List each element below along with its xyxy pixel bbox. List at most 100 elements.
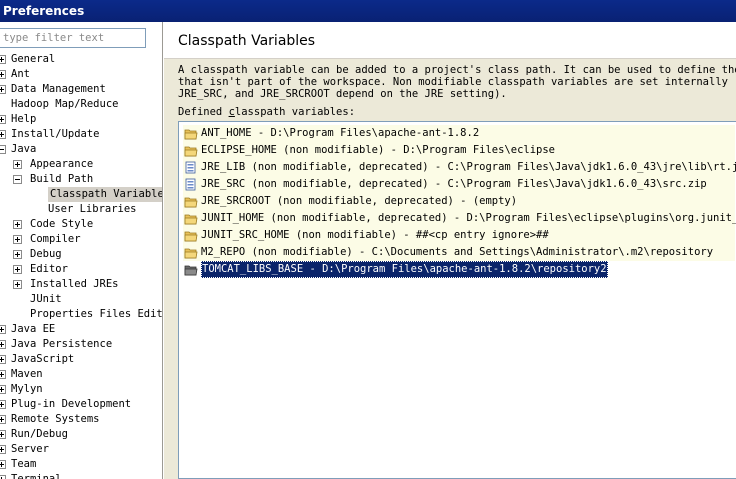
expand-icon[interactable] (0, 430, 6, 439)
expand-icon[interactable] (0, 445, 6, 454)
tree-item-label: Code Style (30, 218, 94, 230)
variable-text: JRE_SRCROOT (non modifiable, deprecated)… (201, 195, 518, 207)
tree-item[interactable]: Installed JREs (0, 277, 162, 292)
tree-item[interactable]: Data Management (0, 82, 162, 97)
variable-row[interactable]: ECLIPSE_HOME (non modifiable) - D:\Progr… (183, 142, 735, 159)
tree-item-label: Ant (11, 68, 30, 80)
tree-item-label: User Libraries (48, 203, 137, 215)
folder-icon (184, 229, 198, 242)
folder-icon (184, 195, 198, 208)
expand-icon[interactable] (13, 220, 22, 229)
description-line: that isn't part of the workspace. Non mo… (178, 76, 736, 88)
expand-icon[interactable] (13, 265, 22, 274)
tree-item[interactable]: Hadoop Map/Reduce (0, 97, 162, 112)
expand-icon[interactable] (0, 415, 6, 424)
variable-text: JRE_SRC (non modifiable, deprecated) - C… (201, 178, 707, 190)
label-part: Defined (178, 106, 229, 118)
expand-icon[interactable] (0, 70, 6, 79)
page-pane: Classpath Variables A classpath variable… (164, 22, 736, 479)
tree-item[interactable]: Editor (0, 262, 162, 277)
tree-item[interactable]: Plug-in Development (0, 397, 162, 412)
tree-item[interactable]: Run/Debug (0, 427, 162, 442)
expand-icon[interactable] (0, 370, 6, 379)
tree-item[interactable]: JUnit (0, 292, 162, 307)
expand-icon[interactable] (13, 250, 22, 259)
tree-item[interactable]: Java EE (0, 322, 162, 337)
tree-item-label: Plug-in Development (11, 398, 132, 410)
tree-item[interactable]: Team (0, 457, 162, 472)
expand-icon[interactable] (13, 160, 22, 169)
folder-icon (184, 263, 198, 276)
tree-item[interactable]: Java (0, 142, 162, 157)
expand-icon[interactable] (0, 355, 6, 364)
expand-icon[interactable] (0, 385, 6, 394)
tree-item-label: Install/Update (11, 128, 100, 140)
expand-icon[interactable] (0, 115, 6, 124)
tree-item-label: Java (11, 143, 37, 155)
expand-icon[interactable] (0, 130, 6, 139)
tree-item[interactable]: Terminal (0, 472, 162, 479)
expand-icon[interactable] (0, 400, 6, 409)
expand-icon[interactable] (0, 55, 6, 64)
preferences-tree: General Ant Data Management Hadoop Map/Redu… (0, 52, 163, 479)
expand-icon[interactable] (0, 325, 6, 334)
tree-item-label: Classpath Variables (48, 187, 162, 202)
tree-item[interactable]: Mylyn (0, 382, 162, 397)
variable-row[interactable]: JUNIT_SRC_HOME (non modifiable) - ##<cp … (183, 227, 735, 244)
tree-item-label: Help (11, 113, 37, 125)
expand-icon[interactable] (0, 475, 6, 479)
tree-item[interactable]: Properties Files Editor (0, 307, 163, 322)
expand-icon[interactable] (0, 340, 6, 349)
tree-item[interactable]: Remote Systems (0, 412, 162, 427)
expand-icon[interactable] (13, 235, 22, 244)
variable-row[interactable]: JRE_SRC (non modifiable, deprecated) - C… (183, 176, 735, 193)
tree-item-label: Terminal (11, 473, 62, 479)
tree-item[interactable]: Java Persistence (0, 337, 162, 352)
tree-item[interactable]: Maven (0, 367, 162, 382)
tree-item-label: General (11, 53, 56, 65)
tree-item[interactable]: Appearance (0, 157, 162, 172)
variable-text: ECLIPSE_HOME (non modifiable) - D:\Progr… (201, 144, 556, 156)
page-header: Classpath Variables (164, 22, 736, 59)
variable-row[interactable]: JUNIT_HOME (non modifiable, deprecated) … (183, 210, 736, 227)
tree-item-label: JavaScript (11, 353, 75, 365)
variable-row[interactable]: JRE_SRCROOT (non modifiable, deprecated)… (183, 193, 735, 210)
collapse-icon[interactable] (13, 175, 22, 184)
variable-row[interactable]: M2_REPO (non modifiable) - C:\Documents … (183, 244, 735, 261)
tree-item[interactable]: General (0, 52, 162, 67)
tree-item[interactable]: Compiler (0, 232, 162, 247)
collapse-icon[interactable] (0, 145, 6, 154)
expand-icon[interactable] (13, 280, 22, 289)
expand-icon[interactable] (0, 85, 6, 94)
classpath-variables-list[interactable]: ANT_HOME - D:\Program Files\apache-ant-1… (178, 121, 736, 479)
description-line: A classpath variable can be added to a p… (178, 64, 736, 76)
variable-row[interactable]: ANT_HOME - D:\Program Files\apache-ant-1… (183, 125, 735, 142)
tree-item[interactable]: User Libraries (0, 202, 162, 217)
tree-item-label: Properties Files Editor (30, 308, 163, 320)
tree-item[interactable]: JavaScript (0, 352, 162, 367)
expand-icon[interactable] (0, 460, 6, 469)
tree-item[interactable]: Server (0, 442, 162, 457)
tree-item-label: Java Persistence (11, 338, 113, 350)
filter-input[interactable]: type filter text (0, 28, 146, 48)
variable-text: TOMCAT_LIBS_BASE - D:\Program Files\apac… (201, 261, 608, 278)
description-line: JRE_SRC, and JRE_SRCROOT depend on the J… (178, 88, 507, 100)
tree-item[interactable]: Ant (0, 67, 162, 82)
variable-text: JUNIT_HOME (non modifiable, deprecated) … (201, 212, 736, 224)
page-content: A classpath variable can be added to a p… (164, 59, 736, 479)
tree-item[interactable]: Debug (0, 247, 162, 262)
tree-item[interactable]: Code Style (0, 217, 162, 232)
variable-text: JUNIT_SRC_HOME (non modifiable) - ##<cp … (201, 229, 549, 241)
page-title: Classpath Variables (178, 33, 316, 49)
tree-item[interactable]: Help (0, 112, 162, 127)
folder-icon (184, 127, 198, 140)
variable-row[interactable]: JRE_LIB (non modifiable, deprecated) - C… (183, 159, 736, 176)
tree-item[interactable]: Classpath Variables (0, 187, 162, 202)
variable-text: M2_REPO (non modifiable) - C:\Documents … (201, 246, 714, 258)
folder-icon (184, 144, 198, 157)
tree-item[interactable]: Install/Update (0, 127, 162, 142)
label-part: lasspath variables: (234, 106, 356, 118)
variable-text: JRE_LIB (non modifiable, deprecated) - C… (201, 161, 736, 173)
tree-item[interactable]: Build Path (0, 172, 162, 187)
tree-item-label: Maven (11, 368, 43, 380)
